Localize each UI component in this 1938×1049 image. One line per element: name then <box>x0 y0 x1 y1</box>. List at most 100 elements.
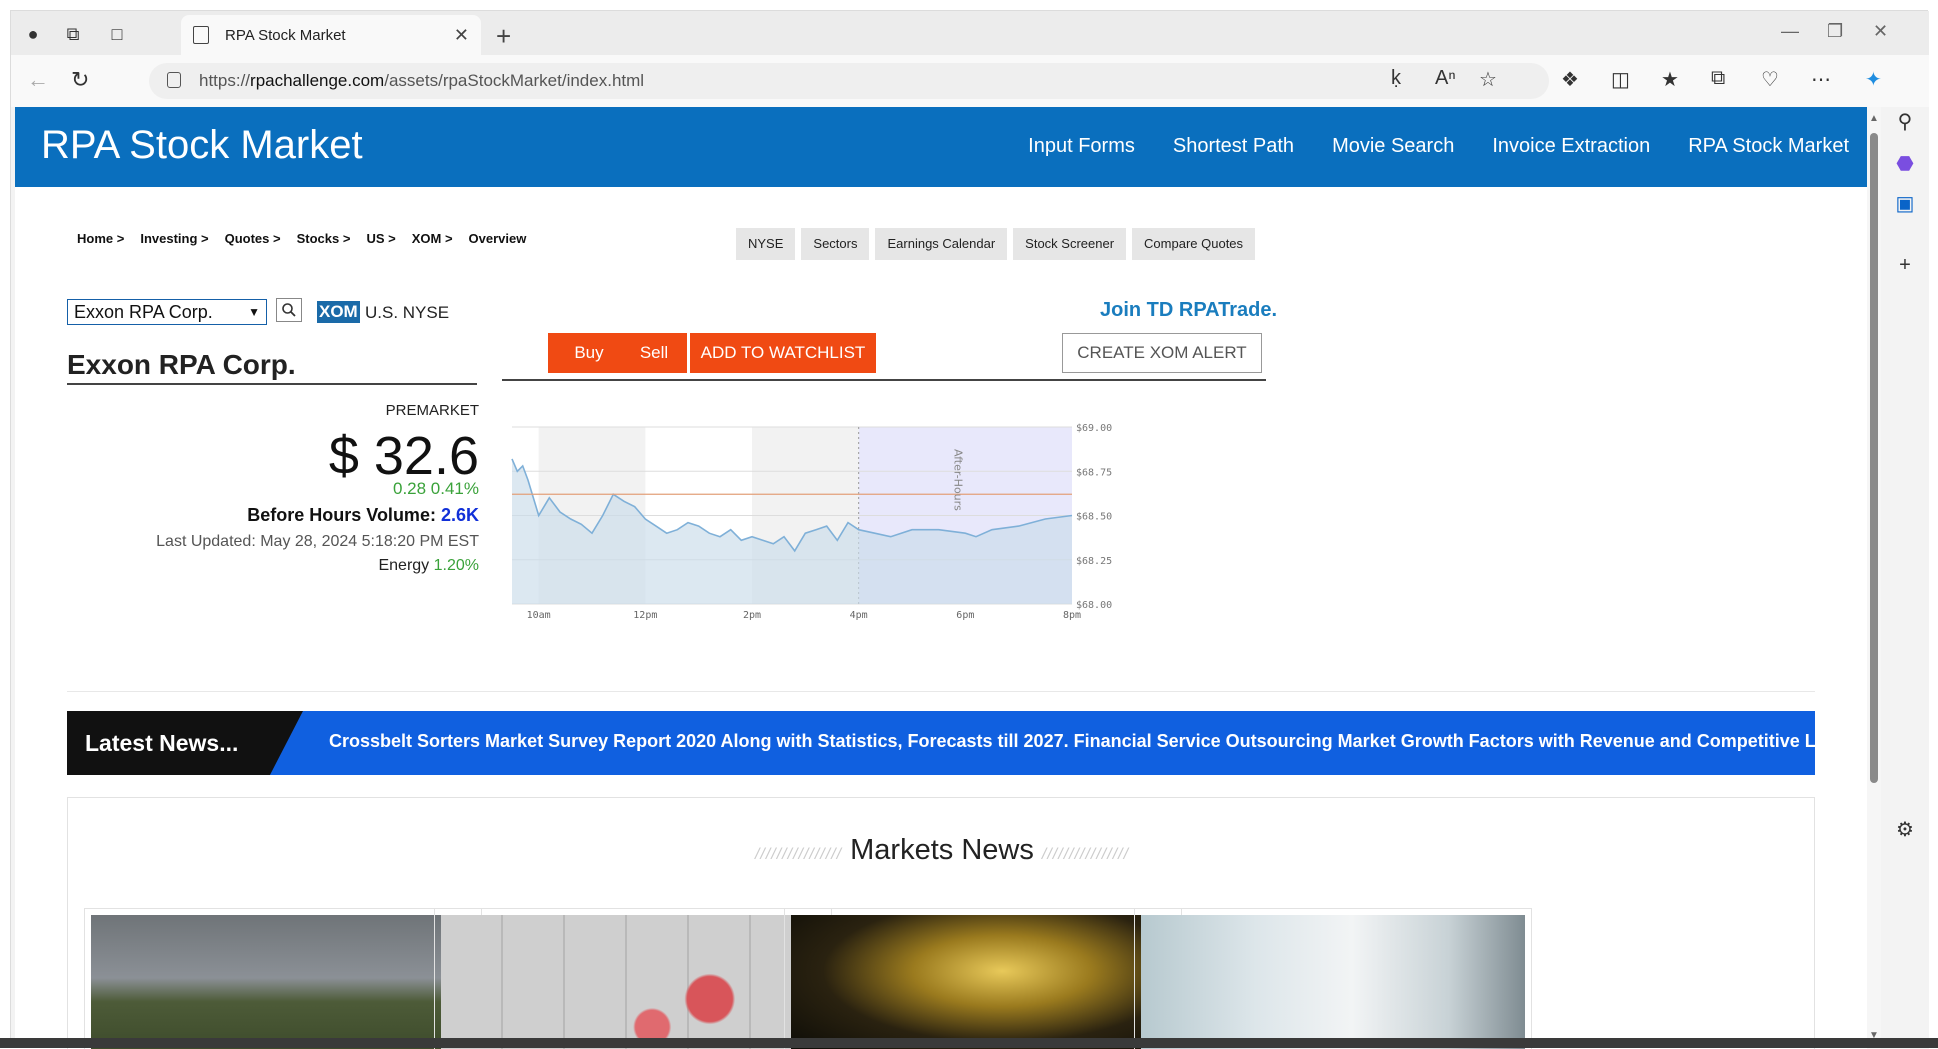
subnav-nyse[interactable]: NYSE <box>736 228 796 260</box>
news-card-image-landscape[interactable] <box>91 915 475 1049</box>
x-tick-label: 12pm <box>633 610 657 621</box>
browser-window: ● ⧉ □ RPA Stock Market ✕ + — ❐ ✕ ← ↻ htt… <box>10 10 1929 1049</box>
subnav-sectors[interactable]: Sectors <box>801 228 870 260</box>
subnav-compare-quotes[interactable]: Compare Quotes <box>1132 228 1256 260</box>
nav-shortest-path[interactable]: Shortest Path <box>1173 135 1294 158</box>
taskbar <box>0 1038 1938 1048</box>
site-header: RPA Stock Market Input Forms Shortest Pa… <box>15 107 1867 187</box>
nav-rpa-stock-market[interactable]: RPA Stock Market <box>1688 135 1849 158</box>
sector-label: Energy <box>378 557 430 574</box>
refresh-icon[interactable]: ↻ <box>71 67 89 93</box>
profile-icon[interactable]: ● <box>19 21 47 47</box>
split-screen-icon[interactable]: ◫ <box>1611 67 1630 92</box>
close-tab-icon[interactable]: ✕ <box>454 25 469 46</box>
news-card[interactable] <box>1134 908 1532 1049</box>
workspaces-icon[interactable]: ⧉ <box>59 21 87 47</box>
latest-news-label: Latest News... <box>67 711 303 775</box>
x-tick-label: 4pm <box>850 610 868 621</box>
volume-line: Before Hours Volume: 2.6K <box>165 505 479 526</box>
news-card[interactable] <box>434 908 832 1049</box>
read-aloud-icon[interactable]: Aⁿ <box>1435 67 1456 90</box>
add-app-icon[interactable]: + <box>1893 253 1917 277</box>
join-link[interactable]: Join TD RPATrade. <box>1100 299 1277 322</box>
copilot-app-icon[interactable]: ⬣ <box>1893 151 1917 175</box>
sector-change: 1.20% <box>433 557 479 574</box>
company-name: Exxon RPA Corp. <box>67 349 477 385</box>
subnav-earnings-calendar[interactable]: Earnings Calendar <box>875 228 1008 260</box>
breadcrumb: Home > Investing > Quotes > Stocks > US … <box>77 231 526 246</box>
news-ticker-text[interactable]: Crossbelt Sorters Market Survey Report 2… <box>329 731 1815 752</box>
y-tick-label: $69.00 <box>1076 423 1112 434</box>
new-tab-button[interactable]: + <box>496 21 511 52</box>
translate-icon[interactable]: ḳ <box>1391 67 1401 90</box>
outlook-icon[interactable]: ▣ <box>1893 191 1917 215</box>
scrollbar-thumb[interactable] <box>1870 133 1878 783</box>
breadcrumb-home[interactable]: Home > <box>77 231 124 246</box>
performance-icon[interactable]: ♡ <box>1761 67 1779 92</box>
breadcrumb-xom[interactable]: XOM > <box>412 231 453 246</box>
search-icon[interactable]: ⚲ <box>1893 109 1917 133</box>
sector-line: Energy 1.20% <box>215 557 479 575</box>
url-scheme: https:// <box>199 71 251 90</box>
browser-tab[interactable]: RPA Stock Market ✕ <box>181 15 481 55</box>
news-card[interactable] <box>84 908 482 1049</box>
scroll-up-icon[interactable]: ▲ <box>1869 113 1879 124</box>
back-icon[interactable]: ← <box>27 67 49 93</box>
news-card-image-office[interactable] <box>1141 915 1525 1049</box>
after-hours-annotation: After-Hours <box>952 449 965 511</box>
breadcrumb-investing[interactable]: Investing > <box>140 231 208 246</box>
tab-title: RPA Stock Market <box>225 26 346 44</box>
news-card[interactable] <box>784 908 1182 1049</box>
favorite-star-icon[interactable]: ☆ <box>1479 67 1497 92</box>
copilot-icon[interactable]: ✦ <box>1865 67 1882 92</box>
ticker-symbol: XOM <box>317 301 360 323</box>
buy-button[interactable]: Buy <box>548 333 630 373</box>
minimize-icon[interactable]: — <box>1781 21 1799 42</box>
create-alert-button[interactable]: CREATE XOM ALERT <box>1062 333 1262 373</box>
more-menu-icon[interactable]: ⋯ <box>1811 67 1831 92</box>
latest-news-bar: Crossbelt Sorters Market Survey Report 2… <box>67 711 1815 775</box>
news-card-image-gold[interactable] <box>791 915 1175 1049</box>
x-tick-label: 10am <box>527 610 551 621</box>
page-scrollbar[interactable]: ▲ ▼ <box>1867 107 1881 1049</box>
company-select-value: Exxon RPA Corp. <box>74 301 213 322</box>
x-tick-label: 8pm <box>1063 610 1081 621</box>
section-divider <box>67 691 1815 692</box>
nav-invoice-extraction[interactable]: Invoice Extraction <box>1492 135 1650 158</box>
settings-gear-icon[interactable]: ⚙ <box>1893 817 1917 841</box>
heading-decoration-right: //////////////// <box>1041 846 1130 863</box>
edge-sidebar: ⚲ ⬣ ▣ + ⚙ <box>1881 107 1929 1049</box>
search-icon <box>282 303 296 317</box>
markets-news-title: Markets News <box>850 834 1034 866</box>
lock-icon[interactable] <box>167 72 181 88</box>
tab-actions-icon[interactable]: □ <box>103 21 131 47</box>
chart-top-rule <box>502 379 1266 381</box>
sell-button[interactable]: Sell <box>621 333 687 373</box>
nav-input-forms[interactable]: Input Forms <box>1028 135 1135 158</box>
nav-movie-search[interactable]: Movie Search <box>1332 135 1454 158</box>
address-bar[interactable]: https://rpachallenge.com/assets/rpaStock… <box>149 63 1549 99</box>
site-title[interactable]: RPA Stock Market <box>41 123 363 168</box>
restore-icon[interactable]: ❐ <box>1827 21 1843 42</box>
breadcrumb-quotes[interactable]: Quotes > <box>225 231 281 246</box>
favorites-icon[interactable]: ★ <box>1661 67 1679 92</box>
breadcrumb-overview[interactable]: Overview <box>469 231 527 246</box>
extensions-icon[interactable]: ❖ <box>1561 67 1579 92</box>
y-tick-label: $68.25 <box>1076 556 1112 567</box>
heading-decoration-left: //////////////// <box>754 846 843 863</box>
company-select[interactable]: Exxon RPA Corp. ▼ <box>67 299 267 325</box>
subnav-stock-screener[interactable]: Stock Screener <box>1013 228 1127 260</box>
close-window-icon[interactable]: ✕ <box>1873 21 1888 42</box>
intraday-price-chart: $69.00 $68.75 $68.50 $68.25 $68.00 10am 12pm 2p… <box>511 423 1112 621</box>
price-change: 0.28 0.41% <box>392 479 479 498</box>
url-host: rpachallenge.com <box>250 71 385 90</box>
add-to-watchlist-button[interactable]: ADD TO WATCHLIST <box>690 333 876 373</box>
search-button[interactable] <box>276 298 302 322</box>
last-updated: Last Updated: May 28, 2024 5:18:20 PM ES… <box>156 533 479 550</box>
breadcrumb-us[interactable]: US > <box>366 231 395 246</box>
address-row: ← ↻ https://rpachallenge.com/assets/rpaS… <box>11 55 1929 107</box>
breadcrumb-stocks[interactable]: Stocks > <box>297 231 351 246</box>
news-card-image-roulette[interactable] <box>441 915 825 1049</box>
y-tick-label: $68.00 <box>1076 600 1112 611</box>
collections-icon[interactable]: ⧉ <box>1711 67 1725 90</box>
